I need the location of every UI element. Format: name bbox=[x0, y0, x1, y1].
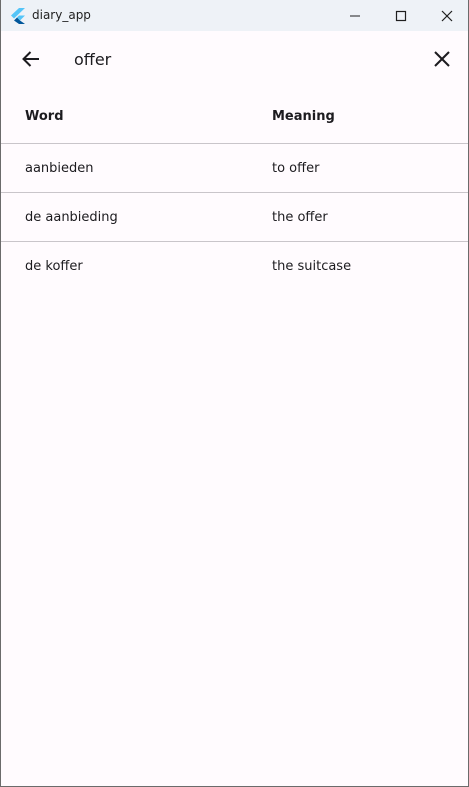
column-header-meaning[interactable]: Meaning bbox=[272, 89, 335, 143]
word-cell: de koffer bbox=[25, 258, 83, 274]
clear-icon bbox=[434, 51, 450, 67]
flutter-logo-icon bbox=[11, 8, 25, 24]
back-button[interactable] bbox=[9, 37, 53, 81]
table-header-row: Word Meaning bbox=[1, 89, 468, 144]
search-input[interactable] bbox=[74, 45, 404, 73]
results-table: Word Meaning aanbieden to offer de aanbi… bbox=[1, 89, 468, 290]
search-app-bar bbox=[1, 31, 468, 89]
maximize-button[interactable] bbox=[378, 0, 424, 31]
minimize-icon bbox=[350, 15, 360, 16]
table-row[interactable]: aanbieden to offer bbox=[1, 144, 468, 193]
meaning-cell: the offer bbox=[272, 209, 328, 225]
window-title: diary_app bbox=[32, 8, 91, 22]
word-cell: aanbieden bbox=[25, 160, 94, 176]
maximize-icon bbox=[395, 10, 407, 21]
meaning-cell: the suitcase bbox=[272, 258, 352, 274]
close-icon bbox=[441, 10, 453, 21]
table-row[interactable]: de aanbieding the offer bbox=[1, 193, 468, 242]
table-row[interactable]: de koffer the suitcase bbox=[1, 242, 468, 290]
meaning-cell: to offer bbox=[272, 160, 320, 176]
title-bar[interactable]: diary_app bbox=[1, 0, 468, 31]
clear-search-button[interactable] bbox=[420, 37, 464, 81]
window-close-button[interactable] bbox=[424, 0, 468, 31]
arrow-back-icon bbox=[22, 51, 39, 67]
column-header-word[interactable]: Word bbox=[25, 89, 64, 143]
app-window: diary_app offer Word Meaning aanbieden t… bbox=[0, 0, 469, 787]
word-cell: de aanbieding bbox=[25, 209, 118, 225]
minimize-button[interactable] bbox=[332, 0, 378, 31]
